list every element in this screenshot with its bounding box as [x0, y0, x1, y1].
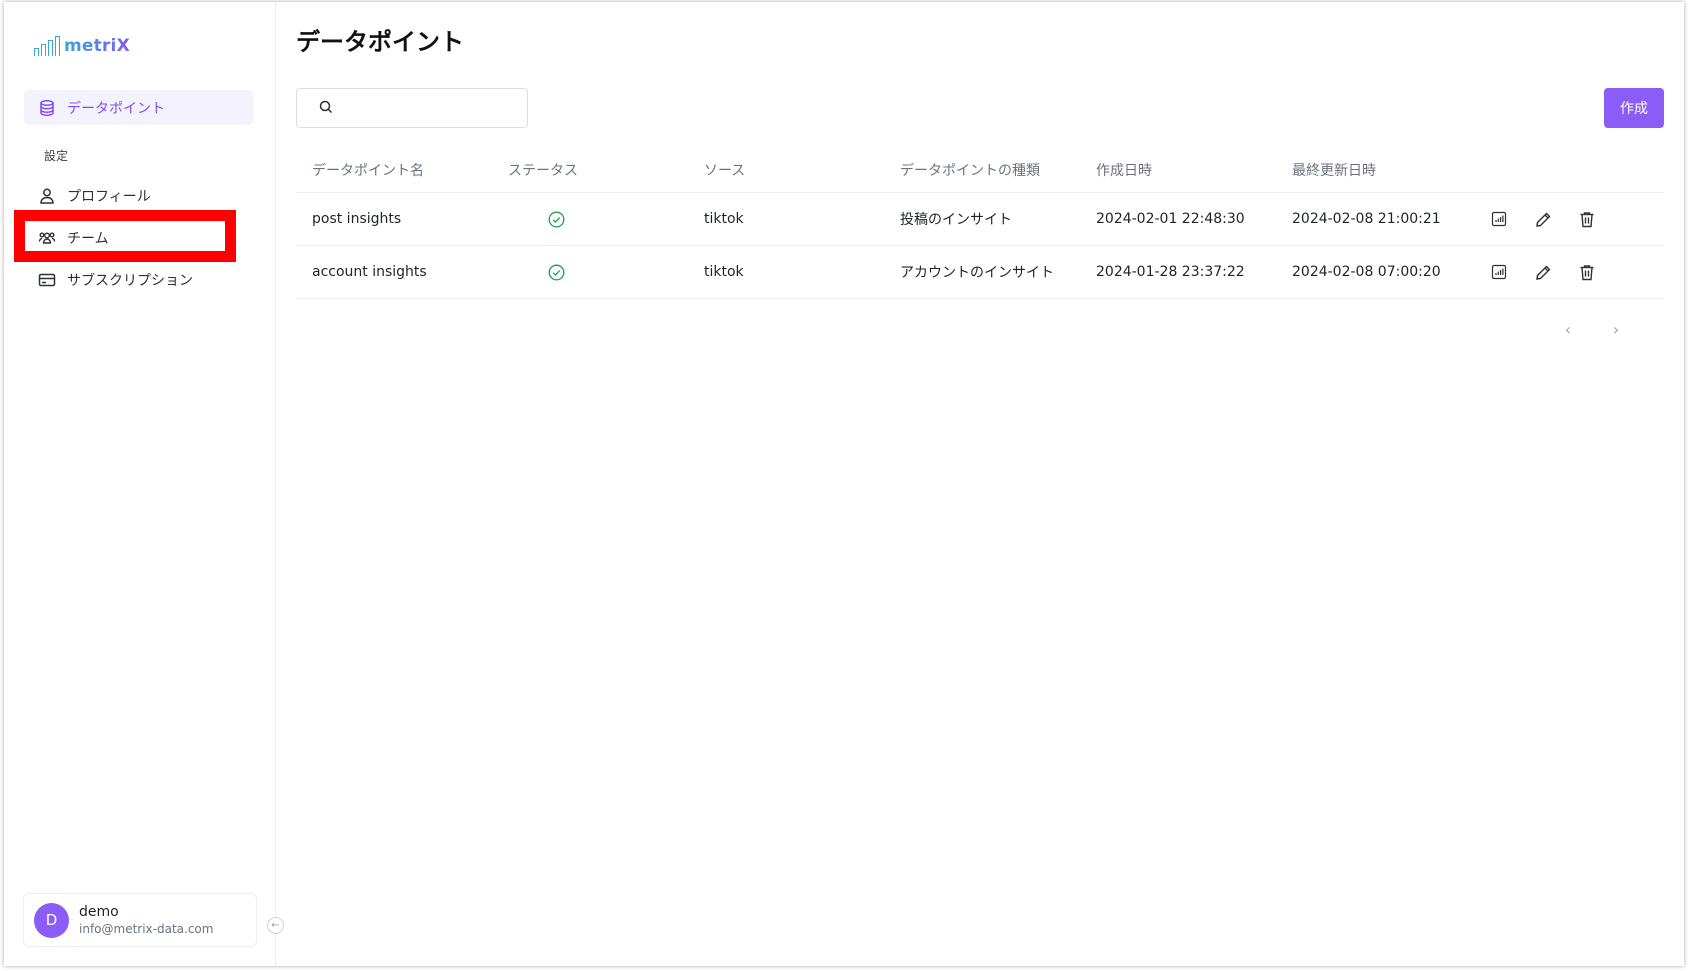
- status-cell: [492, 211, 688, 228]
- search-box[interactable]: [296, 88, 528, 128]
- chart-icon[interactable]: [1488, 261, 1510, 283]
- column-header-source[interactable]: ソース: [688, 160, 884, 180]
- type-cell: 投稿のインサイト: [900, 212, 1012, 228]
- avatar: D: [34, 902, 69, 938]
- check-circle-icon: [548, 211, 565, 227]
- datapoint-name[interactable]: post insights: [296, 211, 492, 227]
- column-header-name[interactable]: データポイント名: [296, 160, 492, 180]
- created-cell: 2024-01-28 23:37:22: [1096, 264, 1245, 280]
- user-email: info@metrix-data.com: [79, 922, 214, 936]
- app-window: metriX データポイント 設定 プロフィール チーム サブスクリプション D…: [4, 2, 1684, 966]
- check-circle-icon: [548, 264, 565, 280]
- user-name: demo: [79, 904, 119, 920]
- pencil-icon[interactable]: [1532, 208, 1554, 230]
- sidebar-item-label: プロフィール: [67, 188, 151, 205]
- chart-icon[interactable]: [1488, 208, 1510, 230]
- row-actions: [1480, 261, 1664, 283]
- table-row[interactable]: post insights tiktok 投稿のインサイト 2024-02-01…: [296, 193, 1664, 246]
- prev-page-button[interactable]: ‹: [1559, 320, 1577, 339]
- next-page-button[interactable]: ›: [1607, 320, 1625, 339]
- create-button[interactable]: 作成: [1604, 88, 1664, 128]
- source-cell: tiktok: [704, 264, 744, 280]
- logo[interactable]: metriX: [34, 36, 130, 56]
- sidebar-item-label: データポイント: [67, 100, 165, 117]
- column-header-updated[interactable]: 最終更新日時: [1276, 160, 1480, 180]
- source-cell: tiktok: [704, 211, 744, 227]
- column-header-created[interactable]: 作成日時: [1080, 160, 1276, 180]
- status-cell: [492, 264, 688, 281]
- settings-section-label: 設定: [44, 149, 69, 163]
- pagination: ‹ ›: [1559, 320, 1625, 339]
- highlight-box: [14, 210, 236, 262]
- updated-cell: 2024-02-08 21:00:21: [1292, 211, 1441, 227]
- search-input[interactable]: [343, 100, 523, 116]
- sidebar-item-label: サブスクリプション: [67, 272, 193, 289]
- logo-text: metriX: [64, 36, 130, 56]
- credit-card-icon: [38, 271, 56, 289]
- collapse-sidebar-button[interactable]: ←: [267, 917, 284, 934]
- search-icon: [319, 99, 333, 118]
- column-header-status[interactable]: ステータス: [492, 160, 688, 180]
- row-actions: [1480, 208, 1664, 230]
- type-cell: アカウントのインサイト: [900, 265, 1054, 281]
- column-header-type[interactable]: データポイントの種類: [884, 160, 1080, 180]
- trash-icon[interactable]: [1576, 208, 1598, 230]
- database-icon: [38, 99, 56, 117]
- sidebar: metriX データポイント 設定 プロフィール チーム サブスクリプション D…: [4, 2, 276, 966]
- sidebar-item-subscription[interactable]: サブスクリプション: [24, 262, 254, 297]
- trash-icon[interactable]: [1576, 261, 1598, 283]
- arrow-left-icon: ←: [271, 920, 280, 931]
- table-row[interactable]: account insights tiktok アカウントのインサイト 2024…: [296, 246, 1664, 299]
- updated-cell: 2024-02-08 07:00:20: [1292, 264, 1441, 280]
- table-header-row: データポイント名 ステータス ソース データポイントの種類 作成日時 最終更新日…: [296, 147, 1664, 193]
- user-icon: [38, 187, 56, 205]
- page-title: データポイント: [296, 28, 464, 56]
- created-cell: 2024-02-01 22:48:30: [1096, 211, 1245, 227]
- pencil-icon[interactable]: [1532, 261, 1554, 283]
- logo-bars-icon: [34, 36, 60, 56]
- datapoints-table: データポイント名 ステータス ソース データポイントの種類 作成日時 最終更新日…: [296, 147, 1664, 299]
- sidebar-item-profile[interactable]: プロフィール: [24, 178, 254, 213]
- sidebar-item-datapoints[interactable]: データポイント: [24, 90, 254, 125]
- user-card[interactable]: D demo info@metrix-data.com: [23, 893, 257, 947]
- datapoint-name[interactable]: account insights: [296, 264, 492, 280]
